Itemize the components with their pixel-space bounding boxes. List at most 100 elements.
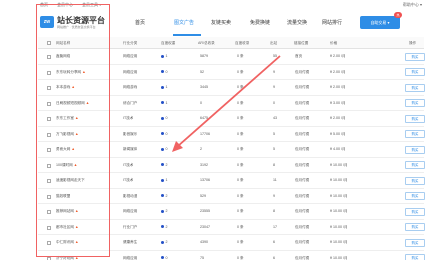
row-checkbox[interactable]: [47, 163, 51, 168]
site-name-cell[interactable]: 逍遥影视网走天下: [56, 173, 85, 189]
category-cell: 网络应用: [123, 255, 138, 260]
row-checkbox[interactable]: [47, 256, 51, 260]
site-name-cell[interactable]: 万飞影视网▲: [56, 127, 79, 143]
site-name-cell[interactable]: 推荐网站网▲: [56, 204, 79, 220]
buy-button[interactable]: 购买: [405, 161, 425, 169]
site-name[interactable]: 万飞影视网: [56, 132, 74, 136]
site-name[interactable]: 济宁好玩网: [56, 256, 74, 260]
row-checkbox[interactable]: [47, 225, 51, 230]
row-checkbox[interactable]: [47, 55, 51, 59]
site-name[interactable]: 都市社区网: [56, 225, 74, 229]
nav-site-ranking[interactable]: 网站排行: [322, 19, 342, 27]
baidu-weight-value: 2: [165, 162, 168, 167]
self-service-trade-button[interactable]: 自助交易 ▾: [360, 16, 400, 29]
link-position-cell: 包月付费: [295, 240, 310, 244]
baidu-indexed-cell: 0 条: [237, 85, 244, 89]
buy-button[interactable]: 购买: [405, 52, 425, 61]
row-checkbox[interactable]: [47, 70, 51, 75]
select-all-checkbox[interactable]: [47, 41, 51, 45]
weight-dot-icon: [161, 101, 164, 105]
buy-button[interactable]: 购买: [405, 68, 425, 76]
buy-button[interactable]: 购买: [405, 176, 425, 185]
row-checkbox[interactable]: [47, 210, 51, 214]
weight-dot-icon: [161, 256, 164, 260]
price-cell: ¥ 10.00 /月: [330, 255, 348, 260]
site-name[interactable]: 勇而大网: [56, 147, 70, 151]
site-name[interactable]: 推荐网站网: [56, 209, 74, 213]
price-cell: ¥ 10.00 /月: [330, 209, 348, 213]
row-checkbox[interactable]: [47, 148, 51, 152]
outbound-cell: 6: [273, 255, 275, 260]
outbound-cell: 55: [273, 54, 277, 58]
baidu-indexed-cell: 0 条: [237, 147, 244, 151]
row-checkbox[interactable]: [47, 179, 51, 183]
site-name[interactable]: 日刷视频短视频网: [56, 101, 85, 105]
buy-button[interactable]: 购买: [405, 99, 425, 107]
row-checkbox[interactable]: [47, 117, 51, 121]
site-name[interactable]: 逍遥影视网走天下: [56, 178, 85, 182]
row-checkbox[interactable]: [47, 101, 51, 106]
row-checkbox[interactable]: [47, 241, 51, 245]
site-name-cell[interactable]: 猫奴联盟: [56, 189, 70, 205]
topbar-link-home[interactable]: 首页: [40, 0, 48, 10]
topbar-link-help[interactable]: 帮助中心 ▾: [403, 0, 422, 10]
buy-button[interactable]: 购买: [405, 145, 425, 154]
row-checkbox[interactable]: [47, 194, 51, 199]
hot-fire-icon: ▲: [73, 162, 78, 167]
topbar-link-member-tools[interactable]: 会员工具 ▾: [82, 0, 101, 10]
outbound-cell: 9: [273, 85, 275, 89]
nav-home[interactable]: 首页: [135, 19, 145, 27]
weight-dot-icon: [161, 147, 164, 151]
site-name[interactable]: 猫奴联盟: [56, 194, 70, 198]
site-name[interactable]: 鑫聚网络: [56, 54, 70, 58]
header-link-position: 链接位置: [294, 41, 309, 45]
site-count-cell: 52: [200, 69, 204, 74]
table-row: 逍遥影视网走天下 IT技术 1 13706 0 条 11 包月付费 ¥ 10.00 /月 购买: [38, 173, 425, 189]
row-checkbox[interactable]: [47, 86, 51, 90]
site-name-cell[interactable]: 中仁财讯网▲: [56, 235, 79, 251]
site-name-cell[interactable]: 100课时网▲: [56, 158, 77, 174]
baidu-weight-cell: 1: [161, 80, 168, 96]
logo-title[interactable]: 站长资源平台: [57, 16, 105, 25]
site-name-cell[interactable]: 日刷视频短视频网▲: [56, 96, 89, 112]
logo-icon[interactable]: zw: [40, 16, 54, 28]
site-name[interactable]: 100课时网: [56, 163, 73, 167]
nav-traffic-exchange[interactable]: 流量交换: [287, 19, 307, 27]
nav-free-link-exchange[interactable]: 免费换链: [250, 19, 270, 27]
site-name-cell[interactable]: 鑫聚网络: [56, 49, 70, 65]
site-name[interactable]: 中仁财讯网: [56, 240, 74, 244]
buy-button[interactable]: 购买: [405, 130, 425, 138]
nav-link-trade[interactable]: 友链买卖: [211, 19, 231, 27]
site-count-cell: 3192: [200, 162, 208, 167]
site-name-cell[interactable]: 勇而大网▲: [56, 142, 75, 158]
site-name-cell[interactable]: 济宁好玩网▲: [56, 251, 79, 260]
site-name-cell[interactable]: 东东玩转分享网▲: [56, 65, 86, 81]
baidu-weight-value: 0: [165, 69, 168, 74]
site-name-cell[interactable]: 东东工作室▲: [56, 111, 79, 127]
site-name[interactable]: 本本游戏: [56, 85, 70, 89]
link-position-cell: 包月付费: [295, 162, 310, 167]
row-checkbox[interactable]: [47, 132, 51, 137]
nav-image-ads[interactable]: 图文广告: [174, 19, 194, 27]
buy-button[interactable]: 购买: [405, 192, 425, 200]
site-name-cell[interactable]: 本本游戏▲: [56, 80, 75, 96]
price-cell: ¥ 5.00 /月: [330, 131, 346, 136]
buy-button[interactable]: 购买: [405, 254, 425, 260]
baidu-indexed-cell: 0 条: [237, 209, 244, 213]
buy-button[interactable]: 购买: [405, 207, 425, 216]
buy-button[interactable]: 购买: [405, 223, 425, 231]
logo-subtitle: 网站推广 · 优质友链交换平台: [57, 25, 96, 29]
site-name[interactable]: 东东玩转分享网: [56, 70, 81, 74]
table-row: 东东工作室▲ IT技术 0 6475 0 条 43 包月付费 ¥ 2.00 /月 购买: [38, 111, 425, 127]
table-row: 鑫聚网络 网络应用 1 5879 0 条 55 首页 ¥ 2.00 /月 购买: [38, 49, 425, 65]
site-count-cell: 75: [200, 255, 204, 260]
buy-button[interactable]: 购买: [405, 114, 425, 123]
outbound-cell: 43: [273, 116, 277, 120]
topbar-link-member-center[interactable]: 会员中心: [57, 0, 73, 10]
site-count-cell: 5879: [200, 54, 208, 58]
table-row: 日刷视频短视频网▲ 综合门户 1 0 0 条 0 包月付费 ¥ 3.00 /月 购买: [38, 96, 425, 112]
buy-button[interactable]: 购买: [405, 238, 425, 247]
site-name-cell[interactable]: 都市社区网▲: [56, 220, 79, 236]
site-name[interactable]: 东东工作室: [56, 116, 74, 120]
buy-button[interactable]: 购买: [405, 83, 425, 92]
